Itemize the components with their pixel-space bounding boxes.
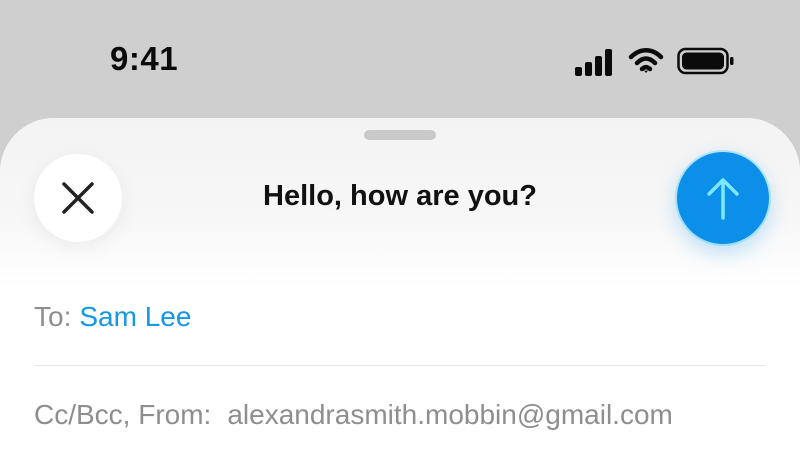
cc-bcc-from-field[interactable]: Cc/Bcc, From: alexandrasmith.mobbin@gmail… [34, 398, 766, 432]
wifi-icon [628, 48, 664, 73]
arrow-up-icon [707, 178, 739, 220]
to-recipient[interactable]: Sam Lee [79, 301, 191, 332]
battery-icon [677, 47, 734, 75]
status-icons [575, 44, 745, 80]
cc-bcc-from-label: Cc/Bcc, From: [34, 399, 212, 430]
to-field[interactable]: To: Sam Lee [34, 300, 766, 334]
from-address[interactable]: alexandrasmith.mobbin@gmail.com [227, 399, 673, 430]
cellular-signal-icon [575, 48, 615, 76]
to-label: To: [34, 301, 72, 332]
field-divider [34, 365, 766, 366]
send-button[interactable] [677, 152, 769, 244]
compose-sheet: Hello, how are you? To: Sam Lee Cc/Bcc, F… [0, 118, 800, 458]
sheet-grabber[interactable] [364, 130, 436, 140]
status-bar: 9:41 [0, 0, 800, 110]
status-time: 9:41 [110, 40, 179, 77]
